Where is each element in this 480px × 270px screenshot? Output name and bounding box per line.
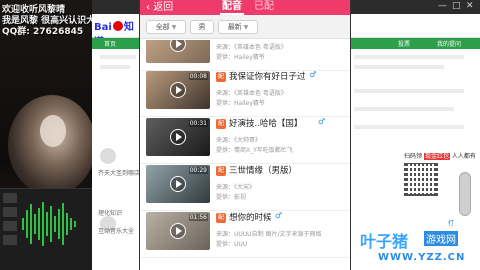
play-icon[interactable] [170, 176, 186, 192]
side-item-text[interactable]: 齐天大圣到哪店 [98, 168, 140, 177]
play-icon[interactable] [170, 40, 186, 52]
nav-vote-link[interactable]: 投票 [398, 39, 410, 48]
video-thumbnail[interactable] [146, 40, 210, 63]
caret-down-icon: ▼ [243, 24, 249, 31]
male-icon: ♂ [318, 117, 326, 126]
item-title[interactable]: 好演技..哈哈【国】 [229, 117, 302, 129]
avatar[interactable] [100, 148, 116, 164]
scroll-float-button[interactable] [459, 172, 471, 216]
list-item[interactable]: 00:29 配三世情缘（男版） 来源：《大宋》 提供：影视 [140, 162, 350, 211]
dub-badge: 配 [216, 119, 226, 129]
content-line [354, 125, 464, 129]
qr-code-pattern [404, 162, 438, 196]
logo-text: Bai [94, 22, 112, 33]
item-provider: 提供：情商X_Y年吃饭都忙飞 [216, 147, 293, 154]
audio-tool[interactable] [3, 235, 17, 245]
overlay-qq-group-text: QQ群: 27626845 [2, 27, 84, 37]
male-icon: ♂ [275, 211, 283, 220]
baidu-zhidao-logo[interactable]: Bai知道 [94, 18, 140, 48]
video-thumbnail[interactable]: 01:56 [146, 212, 210, 250]
side-tag[interactable]: 打 [448, 218, 454, 227]
close-icon[interactable]: ✕ [466, 1, 474, 11]
play-icon[interactable] [170, 82, 186, 98]
scan-label: 扫码领 [404, 153, 423, 160]
filter-label: 全部 [155, 23, 170, 31]
item-title[interactable]: 想你的时候 [229, 211, 272, 223]
audio-tool[interactable] [3, 221, 17, 231]
list-item[interactable]: 00:31 配好演技..哈哈【国】 ♂ 来源：《大帅哥》提供：情商X_Y年吃饭都忙飞 [140, 115, 350, 164]
dub-badge: 配 [216, 213, 226, 223]
item-source: 来源：UUUU自制 图片/文字来源于网络 [216, 231, 322, 238]
content-line [354, 55, 464, 59]
video-thumbnail[interactable]: 00:08 [146, 71, 210, 109]
audio-waveform [22, 202, 76, 246]
screen: 欢迎收听风黎晴 我是风黎 很高兴认识大家 QQ群: 27626845 — □ ✕ [0, 0, 480, 270]
filter-bar: 全部 ▼ 男 最新 ▼ [140, 15, 350, 39]
dubbing-app-window: ‹ 返回 配音 已配 全部▼ 男 最新▼ 配♂来源：《英雄本色 粤语版》提供：H… [140, 0, 350, 270]
streamer-face [40, 115, 66, 147]
content-line [354, 107, 454, 111]
male-icon: ♂ [309, 70, 317, 79]
item-source: 来源：《英雄本色 粤语版》 [216, 44, 287, 51]
app-top-bar: ‹ 返回 配音 已配 [140, 0, 350, 15]
audio-tool[interactable] [3, 207, 17, 217]
filter-latest-dropdown[interactable]: 最新 ▼ [218, 20, 258, 34]
item-title[interactable]: 三世情缘（男版） [229, 164, 297, 176]
side-item-text[interactable]: 理化知识 [98, 208, 122, 217]
tab-dubbed[interactable]: 已配 [254, 0, 274, 15]
dub-badge: 配 [216, 166, 226, 176]
filter-male-chip[interactable]: 男 [190, 20, 214, 34]
item-provider: 提供：影视 [216, 194, 247, 201]
paw-icon [112, 21, 123, 31]
content-line [354, 65, 444, 69]
filter-all-dropdown[interactable]: 全部 ▼ [146, 20, 186, 34]
everyone-label: 人人都有 [451, 153, 476, 160]
content-line [100, 65, 130, 69]
material-list: 配♂来源：《英雄本色 粤语版》提供：Hailey猜爷00:08配我保证你有好日子… [140, 40, 350, 270]
duration-label: 00:31 [188, 120, 208, 127]
audio-tool[interactable] [3, 193, 17, 203]
maximize-icon[interactable]: □ [452, 1, 461, 11]
caret-down-icon: ▼ [171, 24, 177, 31]
nav-my-questions-link[interactable]: 我的提问 [437, 39, 461, 48]
filter-label: 男 [198, 23, 206, 31]
watermark-brand: 叶子猪 [360, 232, 409, 251]
minimize-icon[interactable]: — [438, 1, 447, 11]
play-icon[interactable] [170, 129, 186, 145]
content-line [100, 55, 136, 59]
watermark-url: WWW.YZZ.CN [378, 252, 466, 263]
dub-badge: 配 [216, 72, 226, 82]
item-source: 来源：《大宋》 [216, 184, 256, 191]
item-source: 来源：《大帅哥》 [216, 137, 262, 144]
watermark: 叶子猪 游戏网 WWW.YZZ.CN [360, 228, 478, 270]
video-thumbnail[interactable]: 00:31 [146, 118, 210, 156]
duration-label: 00:08 [188, 73, 208, 80]
red-packet-label: 现金红包 [423, 153, 450, 160]
list-item[interactable]: 01:56 配想你的时候 ♂ 来源：UUUU自制 图片/文字来源于网络 提供：UUU [140, 209, 350, 258]
side-item-text[interactable]: 互动音乐大全 [98, 226, 134, 235]
watermark-site: 游戏网 [424, 231, 458, 246]
nav-home-link[interactable]: 首页 [104, 39, 116, 48]
content-line [354, 89, 464, 93]
item-title[interactable]: 我保证你有好日子过 [229, 70, 306, 82]
duration-label: 00:29 [188, 167, 208, 174]
video-thumbnail[interactable]: 00:29 [146, 165, 210, 203]
back-button[interactable]: ‹ 返回 [146, 0, 173, 15]
item-provider: 提供：Hailey猜爷 [216, 54, 265, 61]
red-packet-promo[interactable]: 扫码领 现金红包 人人都有 [404, 151, 476, 160]
back-label: 返回 [153, 2, 174, 13]
item-provider: 提供：Hailey猜爷 [216, 100, 265, 107]
item-provider: 提供：UUU [216, 241, 248, 248]
play-icon[interactable] [170, 223, 186, 239]
item-source: 来源：《英雄本色 粤语版》 [216, 90, 287, 97]
list-item[interactable]: 配♂来源：《英雄本色 粤语版》提供：Hailey猜爷 [140, 40, 350, 71]
duration-label: 01:56 [188, 214, 208, 221]
filter-label: 最新 [227, 23, 242, 31]
list-item[interactable]: 00:08 配我保证你有好日子过 ♂ 来源：《英雄本色 粤语版》 提供：Hailey猜爷 [140, 68, 350, 117]
